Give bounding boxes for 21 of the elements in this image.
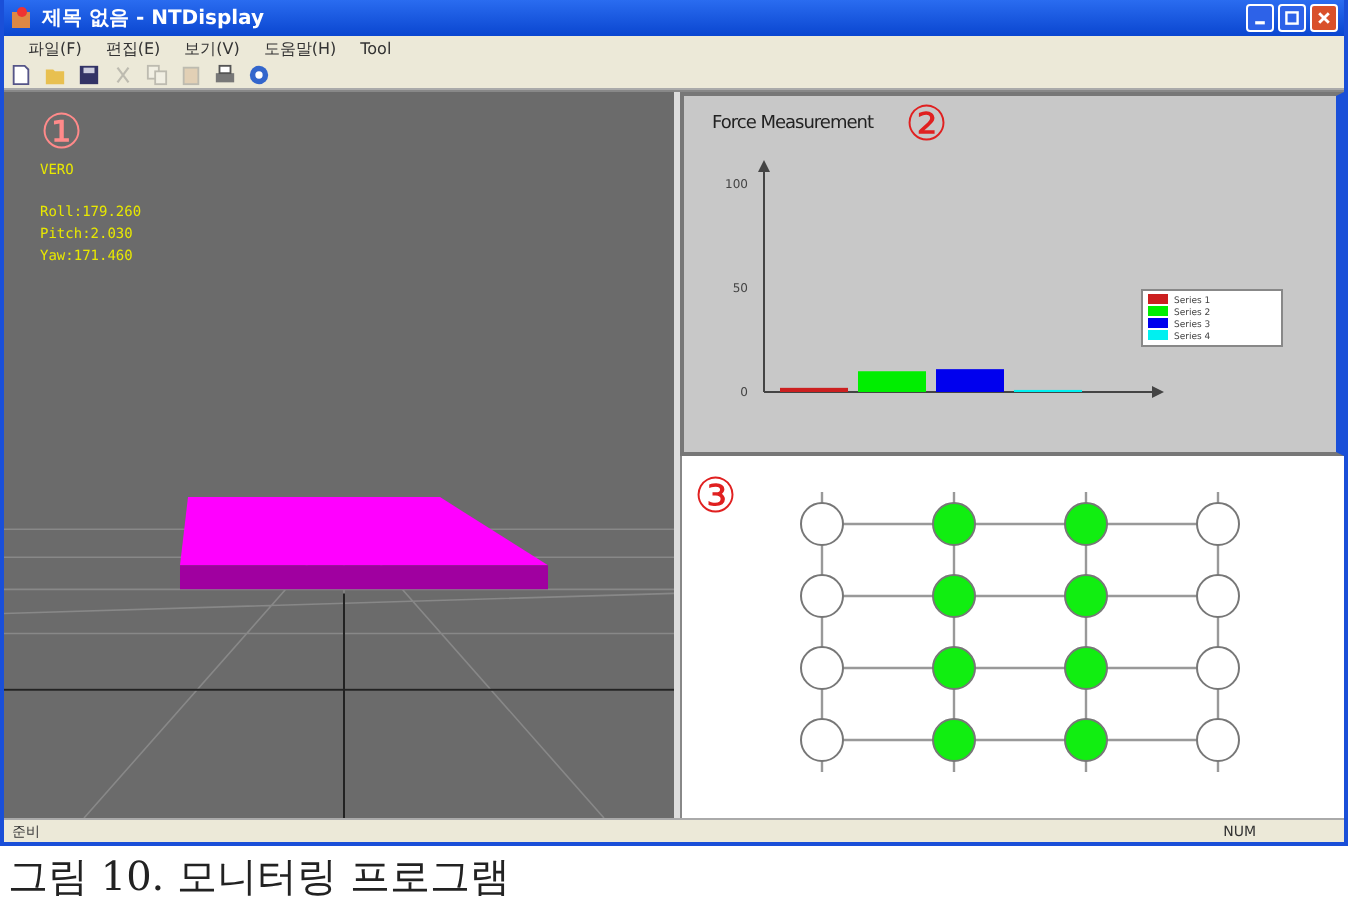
chart-title: Force Measurement (712, 114, 873, 134)
new-file-icon[interactable] (8, 61, 34, 87)
menu-item[interactable]: 파일(F) (28, 37, 82, 59)
menu-item[interactable]: 도움말(H) (263, 37, 337, 59)
menu-item[interactable]: Tool (360, 39, 392, 57)
close-icon (1316, 10, 1332, 26)
marker-number: ③ (694, 468, 738, 524)
chart-legend (1141, 289, 1283, 347)
menu-item[interactable]: 편집(E) (105, 37, 161, 59)
close-button[interactable] (1310, 4, 1338, 32)
marker-number: ① (40, 104, 84, 160)
maximize-button[interactable] (1278, 4, 1306, 32)
marker-number: ② (905, 96, 949, 152)
save-icon[interactable] (76, 61, 102, 87)
figure-caption: 그림 10. 모니터링 프로그램 (6, 850, 512, 900)
maximize-icon (1284, 10, 1300, 26)
app-icon (10, 6, 34, 30)
minimize-button[interactable] (1246, 4, 1274, 32)
window-title: 제목 없음 - NTDisplay (42, 6, 267, 32)
menu-item[interactable]: 보기(V) (184, 37, 240, 59)
printer-icon[interactable] (212, 61, 238, 87)
